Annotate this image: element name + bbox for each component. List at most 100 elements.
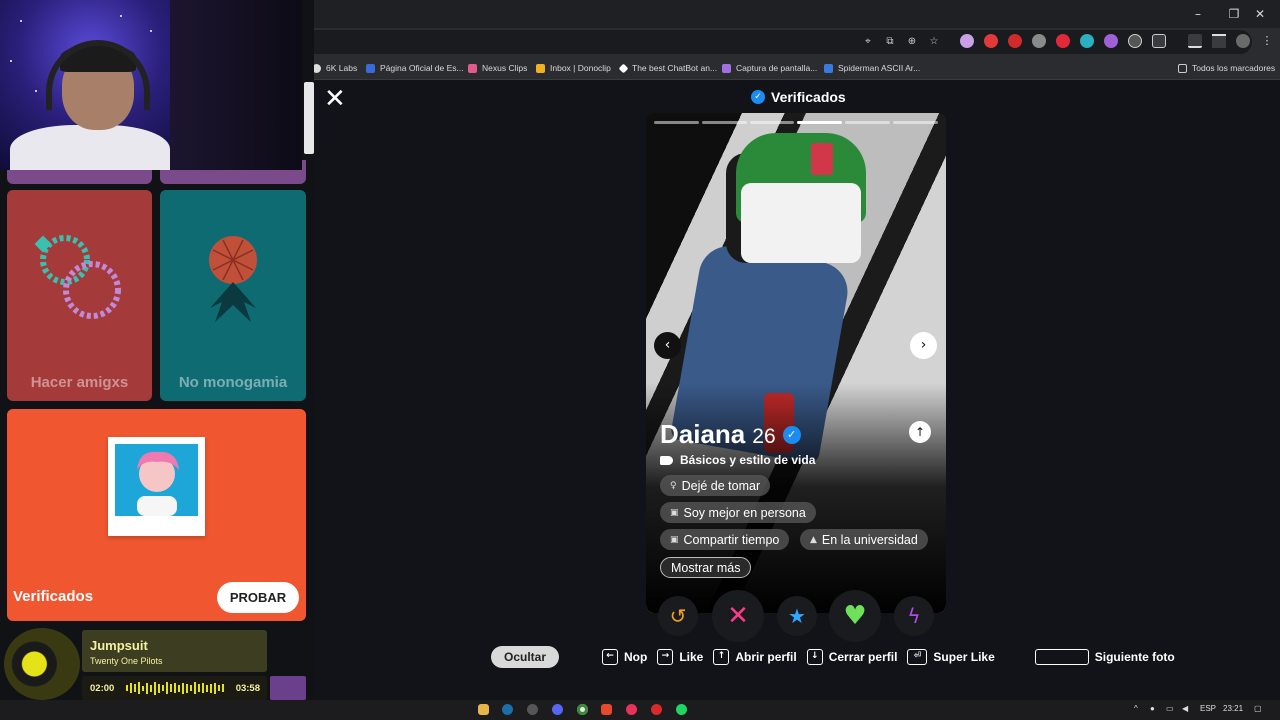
shortcut-like: → Like: [657, 649, 703, 665]
media-icon[interactable]: [1212, 34, 1226, 48]
bookmark-favicon: [536, 63, 545, 73]
network-icon[interactable]: ▭: [1166, 704, 1174, 713]
volume-icon[interactable]: ◀: [1182, 704, 1188, 713]
bracelet-illustration: [34, 235, 121, 319]
profile-avatar-icon[interactable]: [1236, 34, 1250, 48]
bookmark-label: Spiderman ASCII Ar...: [838, 63, 921, 73]
extension-icon[interactable]: [1032, 34, 1046, 48]
bookmark-nexus-clips[interactable]: Nexus Clips: [468, 61, 527, 75]
extensions-puzzle-icon[interactable]: [1152, 34, 1166, 48]
bookmark-captura[interactable]: Captura de pantalla...: [722, 61, 817, 75]
cast-icon[interactable]: ⧉: [884, 36, 896, 48]
previous-photo-button[interactable]: ‹: [654, 332, 681, 359]
bookmark-chatbot[interactable]: The best ChatBot an...: [618, 61, 718, 75]
bookmark-label: Captura de pantalla...: [736, 63, 818, 73]
microphone-icon[interactable]: ●: [1150, 704, 1155, 713]
left-panel: Hacer amigxs No monogamia Verificados PR…: [0, 0, 314, 700]
open-profile-arrow-icon[interactable]: ↑: [909, 421, 931, 443]
action-bar: ↺ ✕ ★ ♥ ϟ: [652, 590, 942, 642]
tile-hacer-amigxs[interactable]: Hacer amigxs: [7, 190, 152, 401]
nope-x-icon: ✕: [727, 601, 749, 631]
menu-icon[interactable]: ⋮: [1260, 34, 1274, 48]
shortcut-super-like: ⏎ Super Like: [907, 649, 995, 665]
bookmark-spiderman[interactable]: Spiderman ASCII Ar...: [824, 61, 920, 75]
spotify-icon[interactable]: [676, 704, 687, 715]
language-indicator[interactable]: ESP: [1200, 704, 1216, 713]
bookmark-pagina-oficial[interactable]: Página Oficial de Es...: [366, 61, 464, 75]
bookmark-6k-labs[interactable]: 6K Labs: [312, 61, 357, 75]
like-button[interactable]: ♥: [829, 590, 881, 642]
bookmark-favicon: [824, 63, 833, 73]
photo-segment: [845, 121, 891, 124]
tile-no-monogamia[interactable]: No monogamia: [160, 190, 306, 401]
chip-label: Soy mejor en persona: [683, 505, 806, 520]
bookmark-favicon: [722, 63, 731, 73]
minimize-button[interactable]: –: [1190, 6, 1206, 22]
extension-icon[interactable]: [984, 34, 998, 48]
bookmark-favicon: [618, 63, 629, 73]
notifications-icon[interactable]: ▢: [1254, 704, 1262, 713]
shortcut-label: Siguiente foto: [1094, 650, 1175, 664]
close-window-button[interactable]: ✕: [1252, 6, 1268, 22]
brave-icon[interactable]: [601, 704, 612, 715]
page-title-text: Verificados: [771, 89, 846, 105]
bookmark-star-icon[interactable]: ☆: [928, 36, 940, 48]
clock[interactable]: 23:21: [1223, 704, 1243, 713]
basics-section-title: Básicos y estilo de vida: [660, 453, 815, 467]
maximize-button[interactable]: ❐: [1226, 6, 1242, 22]
all-bookmarks[interactable]: Todos los marcadores: [1178, 61, 1275, 75]
graduation-icon: ▲: [810, 534, 817, 545]
show-more-button[interactable]: Mostrar más: [660, 557, 752, 578]
glass-icon: ♀: [670, 480, 677, 491]
extension-icon[interactable]: [1056, 34, 1070, 48]
tray-chevron-icon[interactable]: ^: [1134, 704, 1138, 713]
photo-segment: [797, 121, 843, 124]
panel-scrollbar[interactable]: [304, 82, 314, 154]
profile-chip: ▣ Compartir tiempo: [660, 529, 790, 550]
media-player-icon[interactable]: [626, 704, 637, 715]
tile-partial[interactable]: [270, 676, 306, 700]
download-icon[interactable]: [1188, 34, 1202, 48]
bookmark-favicon: [468, 63, 477, 73]
browser-titlebar: – ❐ ✕: [300, 0, 1280, 28]
right-arrow-key-icon: →: [657, 649, 674, 665]
superlike-button[interactable]: ★: [777, 596, 817, 636]
probar-button[interactable]: PROBAR: [217, 582, 299, 613]
extension-icon[interactable]: [960, 34, 974, 48]
hide-shortcuts-button[interactable]: Ocultar: [491, 646, 560, 668]
nope-button[interactable]: ✕: [712, 590, 764, 642]
next-photo-button[interactable]: ›: [910, 332, 937, 359]
polaroid-illustration: [108, 437, 205, 536]
zoom-icon[interactable]: ⊕: [906, 36, 918, 48]
discord-icon[interactable]: [552, 704, 563, 715]
bookmark-donoclip[interactable]: Inbox | Donoclip: [536, 61, 611, 75]
steam-icon[interactable]: [502, 704, 513, 715]
rewind-button[interactable]: ↺: [658, 596, 698, 636]
extension-icon[interactable]: [1080, 34, 1094, 48]
bookmark-label: The best ChatBot an...: [632, 63, 718, 73]
heart-icon: ♥: [843, 601, 867, 631]
location-icon[interactable]: ⌖: [862, 36, 874, 48]
tile-label: Verificados: [13, 588, 94, 605]
photo-segment: [654, 121, 699, 124]
file-explorer-icon[interactable]: [478, 704, 489, 715]
profile-name: Daiana: [660, 419, 746, 449]
webcam-overlay: [0, 0, 302, 170]
close-icon[interactable]: ✕: [324, 86, 346, 112]
waveform: [126, 681, 226, 695]
adblock-icon[interactable]: [1008, 34, 1022, 48]
song-artist: Twenty One Pilots: [90, 656, 163, 666]
tile-verificados[interactable]: Verificados PROBAR: [7, 409, 306, 621]
chrome-icon[interactable]: [577, 704, 588, 715]
extension-icon[interactable]: [1104, 34, 1118, 48]
profile-chip: ♀ Dejé de tomar: [660, 475, 771, 496]
down-arrow-key-icon: ↓: [806, 649, 823, 665]
app-icon[interactable]: [527, 704, 538, 715]
chat-icon: ▣: [670, 534, 679, 545]
tinder-main: ✕ ✓ Verificados ‹ › ↑ Daiana 26 ✓ Básico…: [314, 80, 1280, 700]
profile-age: 26: [752, 425, 776, 448]
profile-card[interactable]: ‹ › ↑ Daiana 26 ✓ Básicos y estilo de vi…: [646, 113, 946, 613]
info-icon[interactable]: [1128, 34, 1142, 48]
app-icon[interactable]: [651, 704, 662, 715]
boost-button[interactable]: ϟ: [894, 596, 934, 636]
